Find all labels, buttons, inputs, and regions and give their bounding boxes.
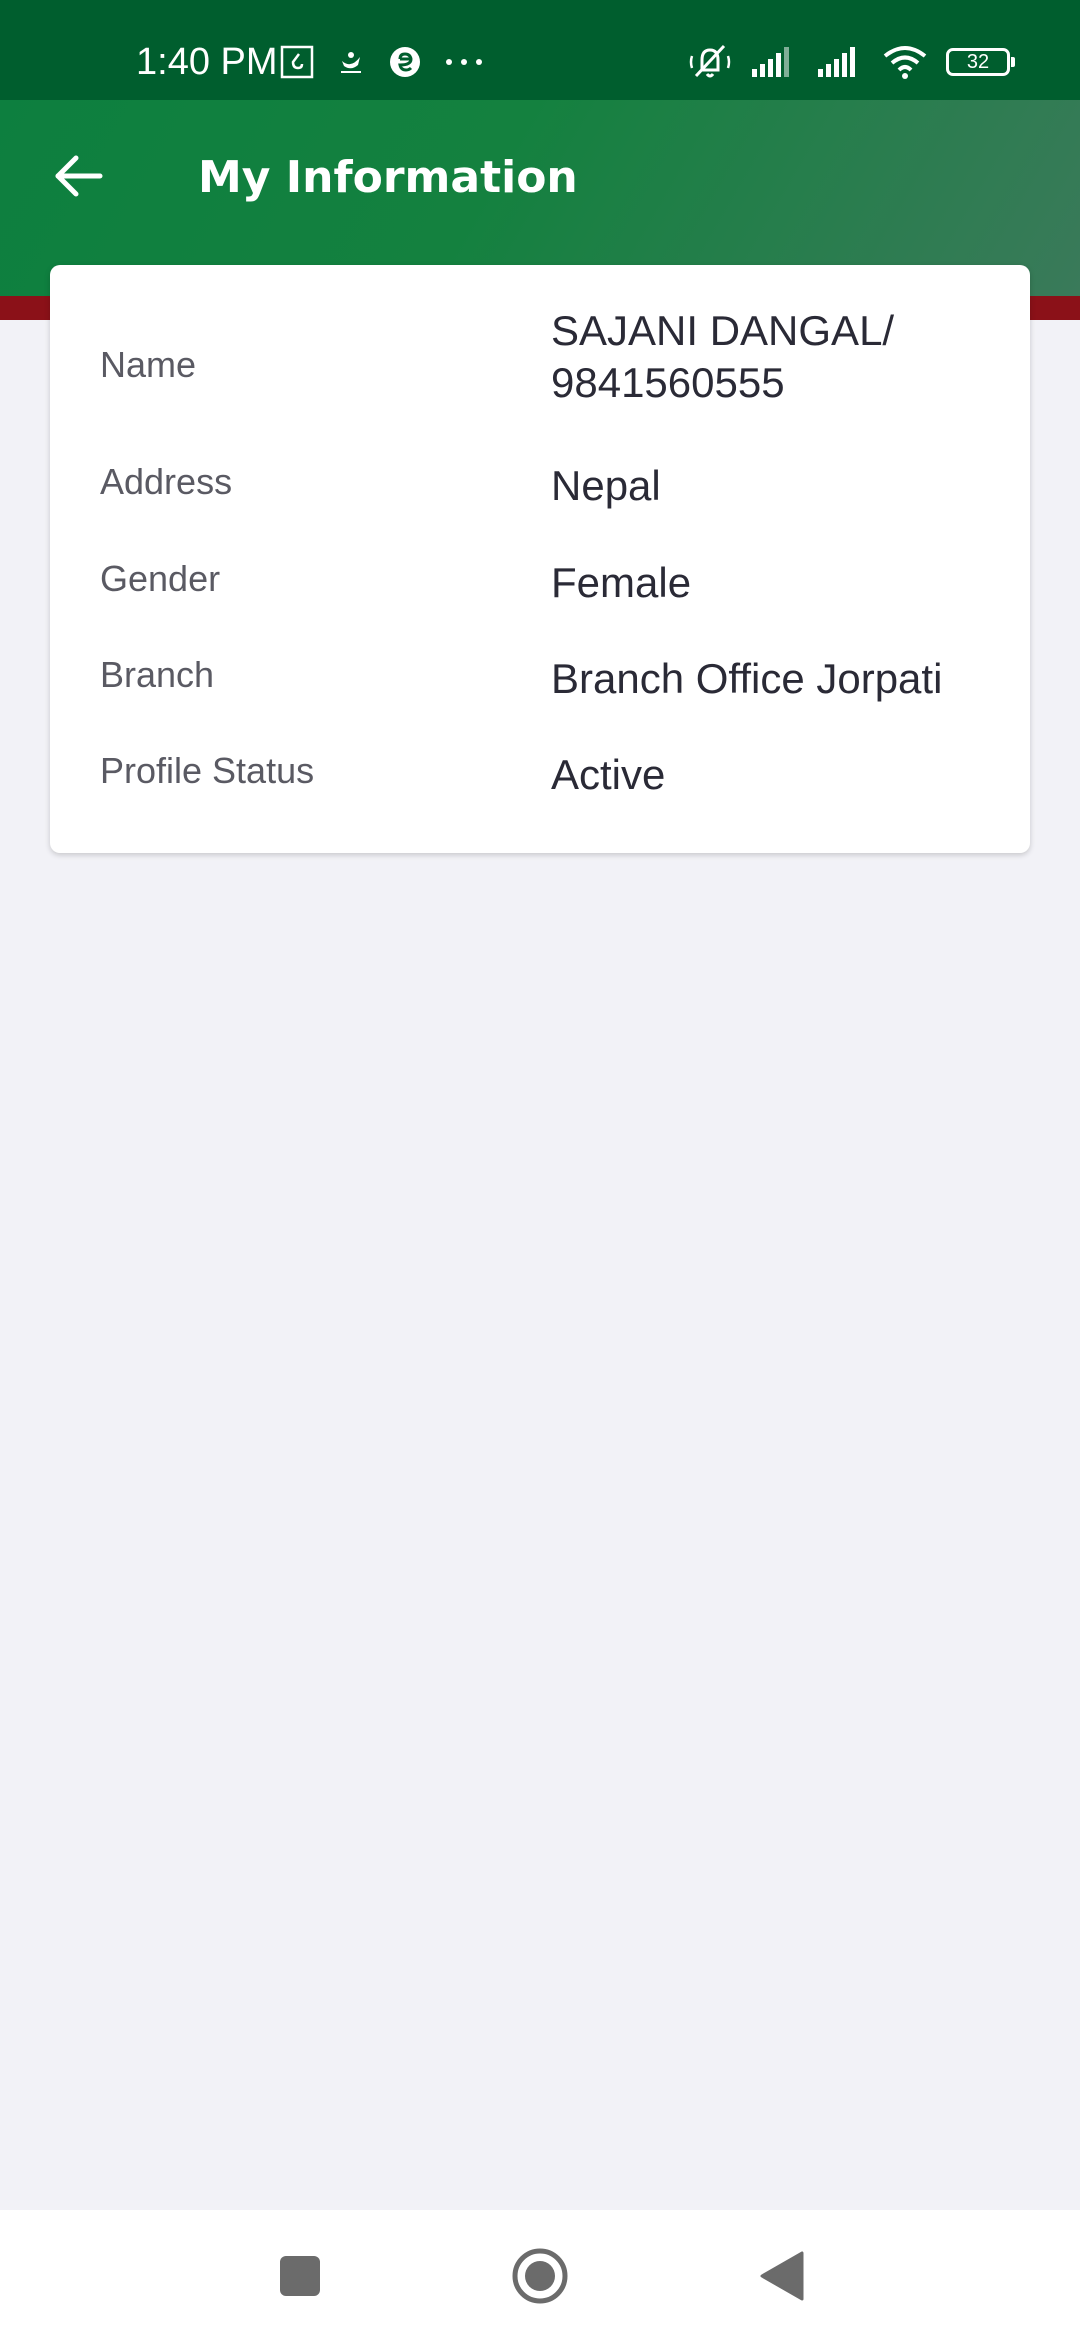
home-icon [511, 2247, 569, 2310]
more-dots-icon [444, 57, 484, 67]
status-right-icons: 32 [688, 42, 1015, 82]
recent-apps-button[interactable] [268, 2246, 332, 2310]
info-label-name: Name [100, 344, 197, 385]
nav-back-button[interactable] [750, 2246, 814, 2310]
info-label-address: Address [100, 461, 233, 502]
signal-icon [816, 45, 864, 79]
info-label-branch: Branch [100, 654, 215, 695]
info-value-profile-status: Active [551, 751, 666, 798]
home-button[interactable] [508, 2246, 572, 2310]
info-label-profile-status: Profile Status [100, 750, 315, 791]
message-icon [280, 45, 314, 79]
nav-bar [0, 2210, 1080, 2340]
status-bar: 1:40 PM 32 [0, 0, 1080, 100]
page-title: My Information [198, 152, 578, 203]
back-icon [760, 2251, 804, 2306]
back-button[interactable] [40, 140, 116, 216]
info-value-address: Nepal [551, 462, 661, 509]
signal-icon [750, 45, 798, 79]
info-card: Name SAJANI DANGAL/ 9841560555 Address N… [50, 265, 1030, 853]
recent-apps-icon [279, 2255, 321, 2302]
app-logo-icon [336, 47, 366, 77]
info-value-gender: Female [551, 559, 692, 606]
battery-icon: 32 [946, 48, 1015, 76]
info-label-gender: Gender [100, 558, 221, 599]
mute-icon [688, 42, 732, 82]
e-app-icon [388, 45, 422, 79]
status-left-icons [280, 42, 484, 82]
status-time: 1:40 PM [136, 41, 278, 83]
wifi-icon [882, 44, 928, 80]
info-value-branch: Branch Office Jorpati [551, 655, 943, 702]
info-value-name: SAJANI DANGAL/ 9841560555 [551, 307, 895, 406]
arrow-left-icon [52, 154, 104, 203]
